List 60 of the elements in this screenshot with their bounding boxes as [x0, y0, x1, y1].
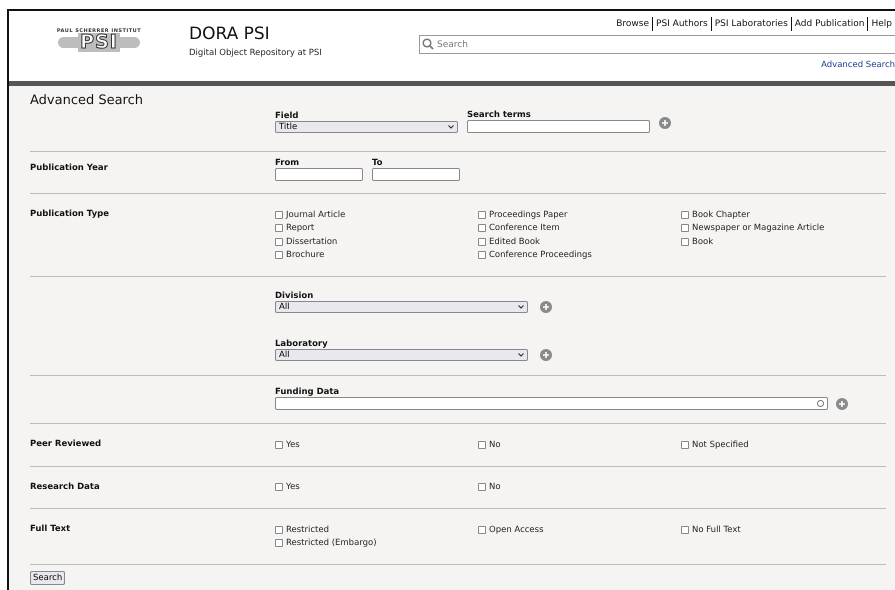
caret-icon	[518, 305, 524, 309]
site-title: DORA PSI	[189, 24, 271, 44]
field-label: Field	[275, 111, 300, 121]
checkbox-option[interactable]: Book	[681, 235, 886, 248]
checkbox-option[interactable]: Conference Proceedings	[478, 248, 681, 262]
search-icon	[422, 38, 434, 50]
logo: PSI	[78, 33, 120, 52]
checkbox-option[interactable]: Report	[275, 222, 478, 235]
checkbox-option[interactable]: Conference Item	[478, 222, 681, 235]
nav-link[interactable]: Browse	[613, 17, 652, 31]
checkbox-option[interactable]: Proceedings Paper	[478, 208, 681, 222]
checkbox-option[interactable]: Book Chapter	[681, 208, 886, 222]
add-icon[interactable]	[836, 398, 848, 410]
caret-icon	[518, 353, 524, 357]
section-label: Peer Reviewed	[30, 439, 102, 449]
field-label: Laboratory	[275, 339, 329, 349]
field-label: Division	[275, 291, 314, 301]
add-icon[interactable]	[540, 349, 552, 361]
checkbox-option[interactable]: Yes	[275, 438, 478, 452]
dropdown[interactable]: All	[275, 301, 528, 313]
input-field[interactable]	[275, 168, 363, 181]
field-label: To	[372, 158, 384, 168]
checkbox-option[interactable]: Restricted (Embargo)	[275, 536, 478, 550]
input-field[interactable]	[372, 168, 460, 181]
section-label: Publication Type	[30, 209, 109, 219]
field-label: Search terms	[467, 110, 532, 120]
nav-link[interactable]: Add Publication	[790, 17, 868, 31]
circle-icon	[817, 400, 824, 407]
section-label: Publication Year	[30, 163, 108, 173]
input-field[interactable]	[467, 120, 650, 133]
checkbox-option[interactable]: Journal Article	[275, 208, 478, 222]
checkbox-option[interactable]: Open Access	[478, 523, 681, 536]
nav-link[interactable]: Help	[867, 17, 895, 31]
search-field[interactable]: Search	[419, 35, 895, 54]
caret-icon	[448, 125, 454, 129]
field-label: From	[275, 158, 300, 168]
checkbox-option[interactable]: No	[478, 438, 681, 452]
checkbox-option[interactable]: Restricted	[275, 523, 478, 536]
add-icon[interactable]	[659, 117, 671, 129]
checkbox-option[interactable]: Brochure	[275, 248, 478, 262]
page-title: Advanced Search	[30, 93, 144, 108]
checkbox-option[interactable]: Yes	[275, 480, 478, 494]
nav-link[interactable]: PSI Authors	[652, 17, 711, 31]
add-icon[interactable]	[540, 301, 552, 313]
checkbox-option[interactable]: Newspaper or Magazine Article	[681, 222, 886, 235]
checkbox-option[interactable]: No	[478, 480, 681, 494]
search-button[interactable]: Search	[30, 571, 66, 585]
dropdown[interactable]: Title	[275, 121, 458, 133]
section-label: Full Text	[30, 524, 70, 534]
nav-link[interactable]: PSI Laboratories	[710, 17, 791, 31]
checkbox-option[interactable]: No Full Text	[681, 523, 886, 536]
checkbox-option[interactable]: Not Specified	[681, 438, 886, 452]
checkbox-option[interactable]: Dissertation	[275, 235, 478, 248]
advanced-search-link[interactable]: Advanced Search	[821, 60, 895, 70]
section-label: Research Data	[30, 482, 100, 492]
dropdown[interactable]: All	[275, 349, 528, 361]
input-field[interactable]	[275, 397, 828, 410]
field-label: Funding Data	[275, 387, 340, 397]
site-subtitle: Digital Object Repository at PSI	[189, 48, 323, 58]
checkbox-option[interactable]: Edited Book	[478, 235, 681, 248]
